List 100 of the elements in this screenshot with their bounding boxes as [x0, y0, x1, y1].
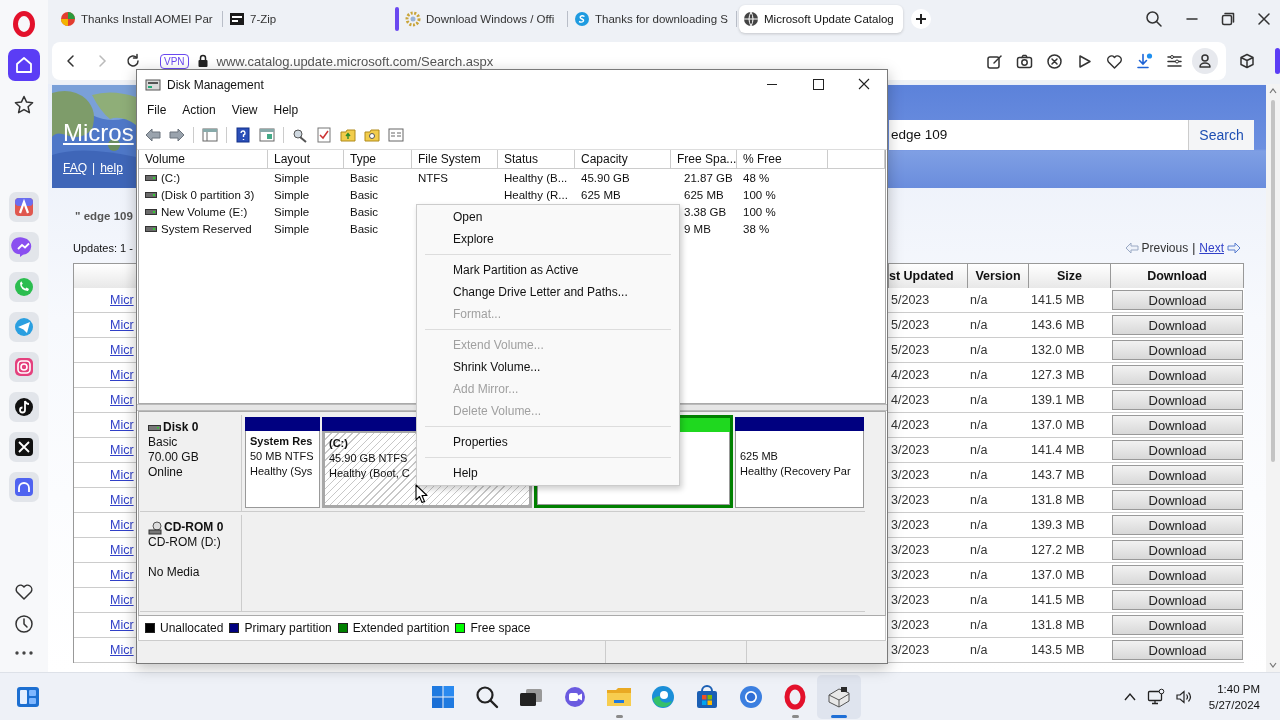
clock-date[interactable]: 5/27/2024 [1208, 696, 1260, 713]
column-header[interactable]: Size [1029, 263, 1111, 288]
column-header[interactable]: Status [498, 150, 575, 169]
help-icon[interactable] [234, 126, 252, 144]
new-tab-button[interactable] [910, 8, 932, 30]
star-icon[interactable] [14, 95, 34, 115]
menu-item[interactable]: Change Drive Letter and Paths... [417, 281, 679, 303]
menu-item[interactable]: Open [417, 206, 679, 228]
right-arrow-icon[interactable] [1227, 242, 1241, 254]
column-header[interactable]: Volume [139, 150, 268, 169]
side-panel-bar[interactable] [1275, 48, 1280, 74]
camera-icon[interactable] [1016, 52, 1033, 70]
reload-icon[interactable] [125, 53, 141, 69]
download-button[interactable]: Download [1112, 490, 1243, 510]
search-icon[interactable] [1145, 10, 1163, 28]
folder-search-icon[interactable] [363, 126, 381, 144]
cross-mark-icon[interactable] [9, 432, 39, 462]
chat-bubble-icon[interactable] [9, 232, 39, 262]
address-field[interactable]: www.catalog.update.microsoft.com/Search.aspx [216, 53, 494, 69]
ring-logo-icon[interactable] [12, 10, 36, 38]
menu-item[interactable]: Action [174, 103, 224, 117]
network-icon[interactable] [1146, 687, 1165, 706]
back-arrow-icon[interactable] [144, 126, 162, 144]
column-header[interactable]: Download [1111, 263, 1244, 288]
download-button[interactable]: Download [1112, 340, 1243, 360]
download-icon[interactable] [1136, 52, 1153, 70]
download-button[interactable]: Download [1112, 640, 1243, 660]
scroll-up-icon[interactable] [1268, 87, 1278, 95]
cube-icon[interactable] [1239, 53, 1255, 69]
download-button[interactable]: Download [1112, 390, 1243, 410]
update-title-link[interactable]: Micr [110, 643, 134, 657]
restore-icon[interactable] [1221, 12, 1235, 26]
menu-item[interactable]: Properties [417, 431, 679, 453]
forward-arrow-icon[interactable] [168, 126, 186, 144]
scroll-down-icon[interactable] [1268, 661, 1278, 669]
headphones-icon[interactable] [9, 472, 39, 502]
column-header[interactable]: Capacity [575, 150, 671, 169]
heart-icon[interactable] [1106, 52, 1123, 70]
download-button[interactable]: Download [1112, 415, 1243, 435]
tab[interactable]: 7-Zip [225, 5, 389, 33]
menu-item[interactable]: File [139, 103, 175, 117]
vpn-badge[interactable]: VPN [160, 53, 189, 69]
more-icon[interactable] [14, 650, 34, 656]
column-header[interactable]: File System [412, 150, 498, 169]
triangle-app-icon[interactable] [9, 192, 39, 222]
download-button[interactable]: Download [1112, 440, 1243, 460]
tab[interactable]: Download Windows / Offi [401, 5, 565, 33]
download-button[interactable]: Download [1112, 365, 1243, 385]
close-icon[interactable] [1257, 12, 1271, 26]
heart-icon[interactable] [14, 582, 34, 602]
clock-time[interactable]: 1:40 PM [1217, 680, 1260, 697]
x-circle-icon[interactable] [1046, 52, 1063, 70]
nav-link[interactable]: help [100, 161, 123, 175]
download-button[interactable]: Download [1112, 465, 1243, 485]
menu-item[interactable]: Help [265, 103, 307, 117]
play-icon[interactable] [1076, 52, 1093, 70]
menu-item[interactable]: Mark Partition as Active [417, 259, 679, 281]
download-button[interactable]: Download [1112, 615, 1243, 635]
user-icon[interactable] [1192, 48, 1218, 74]
partition-block[interactable]: System Res 50 MB NTFS Healthy (Sys [245, 431, 320, 508]
nav-link[interactable]: FAQ [63, 161, 87, 175]
column-header[interactable]: Free Spa... [671, 150, 737, 169]
tab[interactable]: Microsoft Update Catalog [739, 5, 903, 33]
download-button[interactable]: Download [1112, 315, 1243, 335]
tab[interactable]: Thanks for downloading S [570, 5, 734, 33]
checklist-icon[interactable] [315, 126, 333, 144]
menu-item[interactable]: Help [417, 462, 679, 484]
download-button[interactable]: Download [1112, 290, 1243, 310]
update-title-link[interactable]: Micr [110, 543, 134, 557]
download-button[interactable]: Download [1112, 565, 1243, 585]
column-header[interactable]: Type [344, 150, 412, 169]
panel-icon[interactable] [258, 126, 276, 144]
download-button[interactable]: Download [1112, 540, 1243, 560]
music-note-icon[interactable] [9, 392, 39, 422]
partition-block[interactable]: 625 MB Healthy (Recovery Par [735, 431, 864, 508]
search-field[interactable]: edge 109 [889, 120, 1188, 150]
folder-up-icon[interactable] [339, 126, 357, 144]
menu-item[interactable]: Explore [417, 228, 679, 250]
paper-plane-icon[interactable] [9, 312, 39, 342]
update-title-link[interactable]: Micr [110, 593, 134, 607]
update-title-link[interactable]: Micr [110, 568, 134, 582]
update-title-link[interactable]: Micr [110, 618, 134, 632]
clock-icon[interactable] [14, 614, 34, 634]
edit-icon[interactable] [986, 52, 1003, 70]
search-button[interactable]: Search [1188, 120, 1254, 150]
menu-item[interactable]: Shrink Volume... [417, 356, 679, 378]
scrollbar-thumb[interactable] [1271, 100, 1275, 462]
home-button[interactable] [8, 49, 40, 81]
tab[interactable]: Thanks Install AOMEI Par [56, 5, 220, 33]
menu-item[interactable]: View [223, 103, 266, 117]
next-link[interactable]: Next [1199, 241, 1224, 255]
column-header[interactable]: st Updated [889, 263, 968, 288]
download-button[interactable]: Download [1112, 590, 1243, 610]
speaker-icon[interactable] [1174, 687, 1193, 706]
column-header[interactable]: Version [968, 263, 1029, 288]
site-logo-link[interactable]: Micros [63, 119, 134, 146]
connect-icon[interactable] [291, 126, 309, 144]
column-header[interactable]: Layout [268, 150, 344, 169]
sliders-icon[interactable] [1166, 52, 1183, 70]
download-button[interactable]: Download [1112, 515, 1243, 535]
